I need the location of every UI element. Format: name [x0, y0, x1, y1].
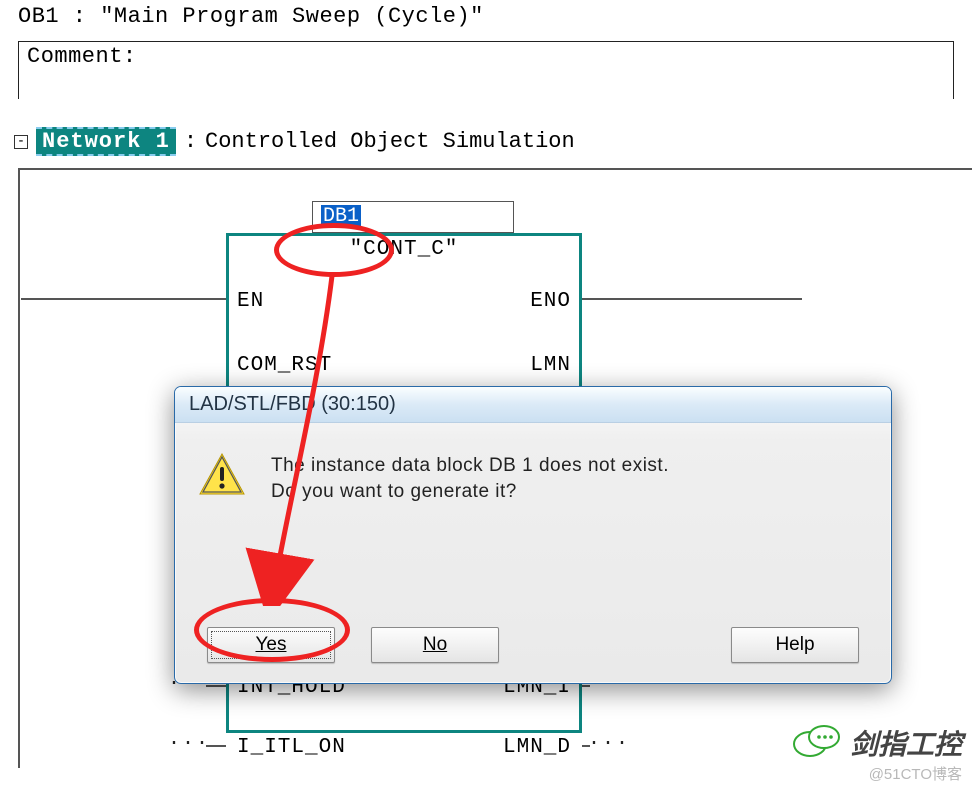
port-eno: ENO: [530, 290, 571, 313]
wire-stub-l2: [206, 745, 226, 747]
no-button[interactable]: No: [371, 627, 499, 663]
port-iitlon: I_ITL_ON: [237, 736, 346, 759]
chat-bubble-icon: [792, 722, 842, 764]
watermark-logo: 剑指工控: [792, 722, 962, 764]
comment-label: Comment:: [27, 44, 137, 69]
port-comrst: COM_RST: [237, 354, 332, 377]
db-instance-value: DB1: [321, 205, 361, 228]
watermark-credit: @51CTO博客: [869, 763, 962, 784]
block-title-line: OB1 : "Main Program Sweep (Cycle)": [0, 0, 972, 41]
wire-dots-l2: ...: [168, 728, 210, 751]
port-lmn: LMN: [530, 354, 571, 377]
confirm-dialog: LAD/STL/FBD (30:150) The instance data b…: [174, 386, 892, 684]
block-title: "Main Program Sweep (Cycle)": [100, 4, 484, 29]
watermark-text: 剑指工控: [850, 723, 962, 763]
wire-stub-r2: [582, 745, 590, 747]
yes-button[interactable]: Yes: [207, 627, 335, 663]
wire-stub-l1: [206, 685, 226, 687]
network-badge[interactable]: Network 1: [36, 127, 176, 156]
fb-name: "CONT_C": [229, 236, 579, 261]
dialog-body: The instance data block DB 1 does not ex…: [175, 423, 891, 515]
comment-box[interactable]: Comment:: [18, 41, 954, 99]
dialog-message: The instance data block DB 1 does not ex…: [271, 453, 669, 505]
port-en: EN: [237, 290, 264, 313]
block-name: OB1: [18, 4, 59, 29]
port-lmn-d: LMN_D: [503, 736, 571, 759]
network-collapse-toggle[interactable]: -: [14, 135, 28, 149]
wire-dots-r2: ...: [588, 728, 630, 751]
dialog-message-line2: Do you want to generate it?: [271, 479, 669, 505]
fb-row-en: EN ENO: [229, 290, 579, 313]
network-title: Controlled Object Simulation: [205, 129, 575, 154]
dialog-buttons: Yes No Help: [175, 627, 891, 663]
left-rail: [18, 170, 20, 768]
sep: :: [59, 4, 100, 29]
network-sep: :: [184, 129, 197, 154]
fb-row-comrst: COM_RST LMN: [229, 354, 579, 377]
db-instance-input[interactable]: DB1: [312, 201, 514, 233]
network-header: - Network 1 : Controlled Object Simulati…: [0, 117, 972, 164]
help-button[interactable]: Help: [731, 627, 859, 663]
wire-eno: [582, 298, 802, 300]
wire-en: [21, 298, 226, 300]
dialog-title[interactable]: LAD/STL/FBD (30:150): [175, 387, 891, 423]
warning-icon: [199, 453, 245, 495]
dialog-message-line1: The instance data block DB 1 does not ex…: [271, 453, 669, 479]
wire-stub-r1: [582, 685, 590, 687]
fb-row-iitlon: I_ITL_ON LMN_D: [229, 736, 579, 759]
